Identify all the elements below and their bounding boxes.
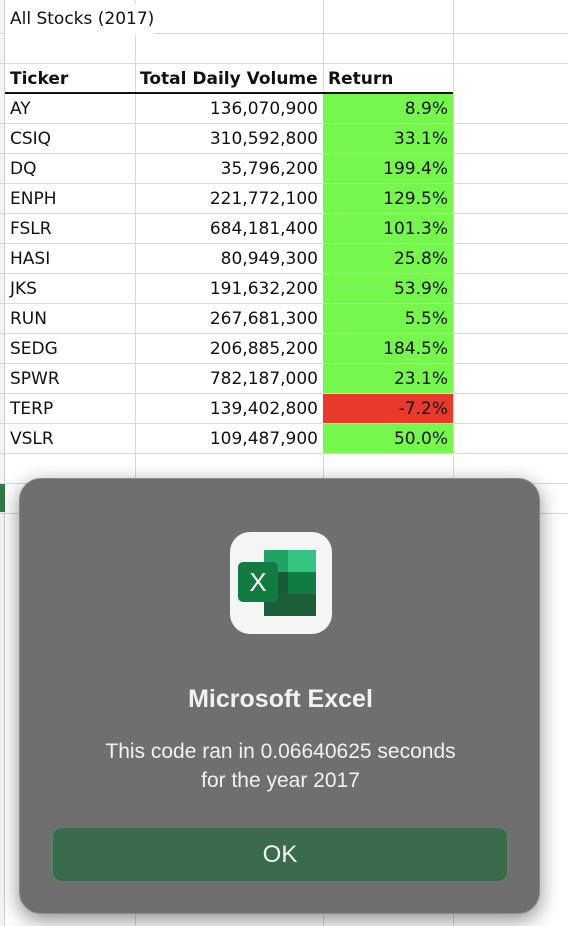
- table-row: FSLR 684,181,400 101.3%: [0, 214, 568, 244]
- volume-cell[interactable]: 35,796,200: [135, 154, 323, 183]
- table-row: RUN 267,681,300 5.5%: [0, 304, 568, 334]
- volume-cell[interactable]: 80,949,300: [135, 244, 323, 273]
- volume-cell[interactable]: 109,487,900: [135, 424, 323, 453]
- ticker-cell[interactable]: HASI: [5, 244, 135, 273]
- table-row: VSLR 109,487,900 50.0%: [0, 424, 568, 454]
- volume-cell[interactable]: 684,181,400: [135, 214, 323, 243]
- table-row: HASI 80,949,300 25.8%: [0, 244, 568, 274]
- volume-cell[interactable]: 191,632,200: [135, 274, 323, 303]
- sheet-row-empty[interactable]: [0, 34, 568, 64]
- header-row: Ticker Total Daily Volume Return: [0, 64, 568, 94]
- volume-cell[interactable]: 310,592,800: [135, 124, 323, 153]
- ticker-cell[interactable]: SPWR: [5, 364, 135, 393]
- ticker-cell[interactable]: JKS: [5, 274, 135, 303]
- table-row: TERP 139,402,800 -7.2%: [0, 394, 568, 424]
- return-cell[interactable]: 184.5%: [323, 334, 453, 363]
- header-return[interactable]: Return: [323, 64, 453, 93]
- volume-cell[interactable]: 136,070,900: [135, 94, 323, 123]
- microsoft-excel-icon: X: [230, 532, 332, 634]
- return-cell[interactable]: 25.8%: [323, 244, 453, 273]
- header-ticker[interactable]: Ticker: [5, 64, 135, 93]
- return-cell[interactable]: 23.1%: [323, 364, 453, 393]
- volume-cell[interactable]: 267,681,300: [135, 304, 323, 333]
- volume-cell[interactable]: 206,885,200: [135, 334, 323, 363]
- ticker-cell[interactable]: SEDG: [5, 334, 135, 363]
- table-row: ENPH 221,772,100 129.5%: [0, 184, 568, 214]
- ticker-cell[interactable]: TERP: [5, 394, 135, 423]
- header-volume[interactable]: Total Daily Volume: [135, 64, 323, 93]
- ticker-cell[interactable]: FSLR: [5, 214, 135, 243]
- volume-cell[interactable]: 782,187,000: [135, 364, 323, 393]
- ticker-cell[interactable]: RUN: [5, 304, 135, 333]
- return-cell[interactable]: 50.0%: [323, 424, 453, 453]
- volume-cell[interactable]: 221,772,100: [135, 184, 323, 213]
- return-cell[interactable]: 53.9%: [323, 274, 453, 303]
- sheet-title[interactable]: All Stocks (2017): [5, 4, 155, 34]
- return-cell[interactable]: 101.3%: [323, 214, 453, 243]
- ticker-cell[interactable]: AY: [5, 94, 135, 123]
- volume-cell[interactable]: 139,402,800: [135, 394, 323, 423]
- dialog-title: Microsoft Excel: [188, 685, 373, 713]
- ticker-cell[interactable]: ENPH: [5, 184, 135, 213]
- return-cell[interactable]: 129.5%: [323, 184, 453, 213]
- ok-button[interactable]: OK: [52, 827, 508, 882]
- dialog-message: This code ran in 0.06640625 seconds for …: [20, 737, 541, 795]
- svg-text:X: X: [249, 567, 266, 597]
- return-cell[interactable]: -7.2%: [323, 394, 453, 423]
- dialog-message-line: for the year 2017: [201, 769, 360, 792]
- table-row: CSIQ 310,592,800 33.1%: [0, 124, 568, 154]
- table-row: SEDG 206,885,200 184.5%: [0, 334, 568, 364]
- table-row: JKS 191,632,200 53.9%: [0, 274, 568, 304]
- return-cell[interactable]: 8.9%: [323, 94, 453, 123]
- return-cell[interactable]: 5.5%: [323, 304, 453, 333]
- return-cell[interactable]: 33.1%: [323, 124, 453, 153]
- return-cell[interactable]: 199.4%: [323, 154, 453, 183]
- ticker-cell[interactable]: CSIQ: [5, 124, 135, 153]
- table-row: SPWR 782,187,000 23.1%: [0, 364, 568, 394]
- alert-dialog: X Microsoft Excel This code ran in 0.066…: [19, 478, 540, 914]
- table-row: DQ 35,796,200 199.4%: [0, 154, 568, 184]
- table-row: AY 136,070,900 8.9%: [0, 94, 568, 124]
- ticker-cell[interactable]: DQ: [5, 154, 135, 183]
- dialog-message-line: This code ran in 0.06640625 seconds: [105, 740, 456, 763]
- ticker-cell[interactable]: VSLR: [5, 424, 135, 453]
